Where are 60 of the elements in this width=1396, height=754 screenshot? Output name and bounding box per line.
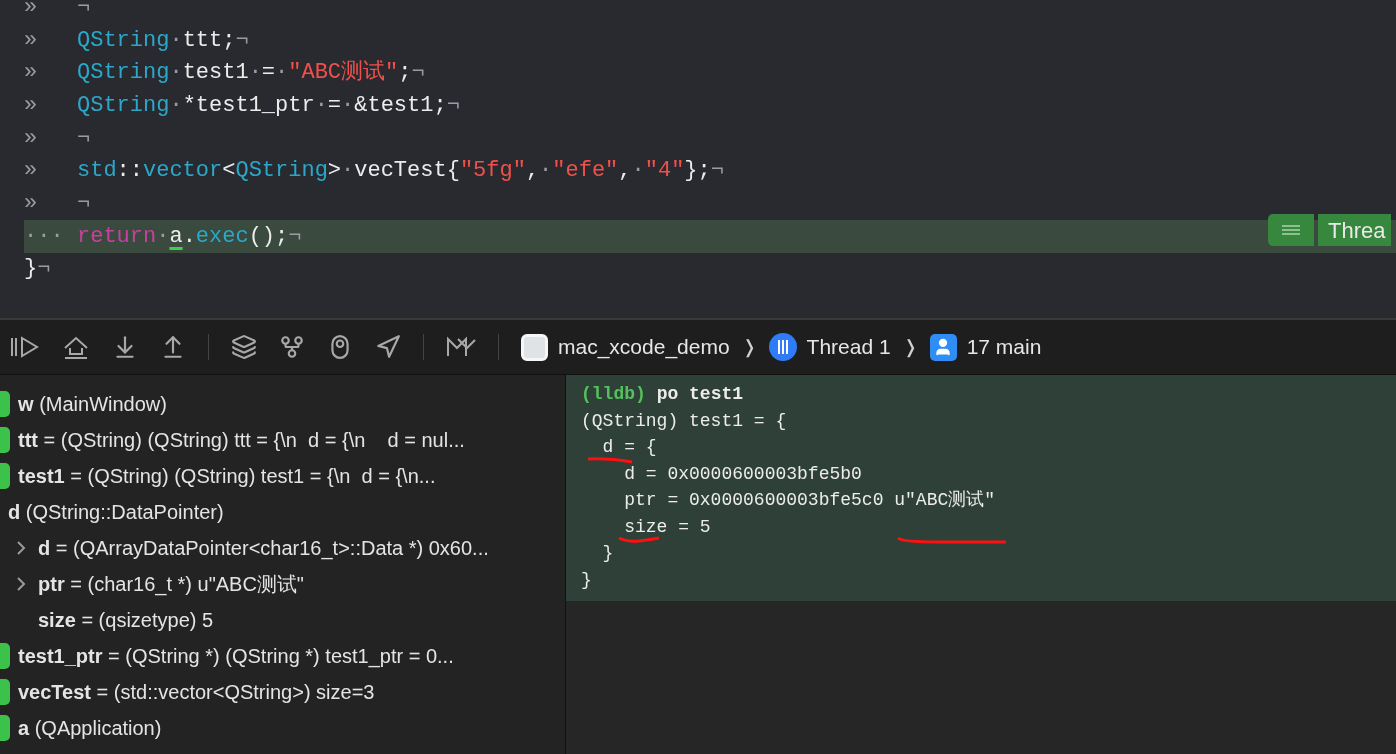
variable-badge-icon xyxy=(0,391,10,417)
invisible-marker: » xyxy=(24,26,39,55)
code-line: std::vector<QString>·vecTest{"5fg",·"efe",·"4"};¬ xyxy=(77,157,724,186)
invisible-marker: » xyxy=(24,91,39,120)
person-icon xyxy=(929,333,957,361)
invisible-marker: » xyxy=(24,59,39,88)
invisible-marker: » xyxy=(24,124,39,153)
console-line: d = { xyxy=(601,439,657,455)
console-prompt: (lldb) xyxy=(581,384,646,404)
variable-badge-icon xyxy=(0,463,10,489)
code-line: }¬ xyxy=(24,255,51,284)
variable-row[interactable]: test1 = (QString) (QString) test1 = {\n d = {\n... xyxy=(18,461,436,491)
variable-row[interactable]: d (QString::DataPointer) xyxy=(8,497,224,527)
variable-badge-icon xyxy=(0,427,10,453)
layers-icon[interactable] xyxy=(231,334,257,360)
menu-icon xyxy=(1282,225,1300,235)
variable-row[interactable]: test1_ptr = (QString *) (QString *) test1_ptr = 0... xyxy=(18,641,454,671)
code-line: ¬ xyxy=(77,0,91,22)
code-line: QString·ttt;¬ xyxy=(77,26,249,55)
variable-row[interactable]: d = (QArrayDataPointer<char16_t>::Data *) 0x60... xyxy=(38,533,489,563)
invisible-marker: » xyxy=(24,157,39,186)
console-line: } xyxy=(601,545,614,561)
console-line: size = 5 xyxy=(623,518,711,535)
code-line: QString·*test1_ptr·=·&test1;¬ xyxy=(77,91,460,120)
disclosure-chevron-icon[interactable] xyxy=(16,540,26,556)
invisible-marker: » xyxy=(24,189,39,218)
app-icon xyxy=(521,333,548,361)
location-arrow-icon[interactable] xyxy=(375,334,401,360)
breadcrumb-separator: ❭ xyxy=(741,335,757,360)
code-line: ¬ xyxy=(77,189,91,218)
thread-label: Threa xyxy=(1318,214,1392,246)
variable-badge-icon xyxy=(0,643,10,669)
breadcrumb-item[interactable]: 17 main xyxy=(966,331,1042,363)
breadcrumb-item[interactable]: mac_xcode_demo xyxy=(558,331,730,363)
annotation-underline xyxy=(616,536,662,544)
variable-badge-icon xyxy=(0,715,10,741)
breadcrumb-separator: ❭ xyxy=(902,335,918,360)
variable-row[interactable]: a (QApplication) xyxy=(18,713,162,743)
console-line: d = 0x0000600003bfe5b0 xyxy=(623,465,862,482)
continue-icon[interactable] xyxy=(10,335,40,359)
breadcrumb-item[interactable]: Thread 1 xyxy=(806,331,891,363)
console-line: ptr = 0x0000600003bfe5c0 u"ABC测试" xyxy=(623,492,996,508)
variable-row[interactable]: ttt = (QString) (QString) ttt = {\n d = {\n d = nul... xyxy=(18,425,465,455)
graph-icon[interactable] xyxy=(279,334,305,360)
code-line: return·a.exec();¬ xyxy=(77,222,302,251)
variable-row[interactable]: vecTest = (std::vector<QString>) size=3 xyxy=(18,677,375,707)
invisible-marker: ··· xyxy=(24,222,65,251)
disclosure-chevron-icon[interactable] xyxy=(16,576,26,592)
variable-row[interactable]: ptr = (char16_t *) u"ABC测试" xyxy=(38,569,304,599)
variable-row[interactable]: size = (qsizetype) 5 xyxy=(38,605,214,635)
console-command: po test1 xyxy=(656,384,744,404)
console-line: (QString) test1 = { xyxy=(581,412,787,429)
code-line: QString·test1·=·"ABC测试";¬ xyxy=(77,59,425,88)
console-line: } xyxy=(581,571,592,588)
variable-badge-icon xyxy=(0,679,10,705)
variable-row[interactable]: w (MainWindow) xyxy=(18,389,167,419)
thread-icon xyxy=(768,333,797,361)
code-line: ¬ xyxy=(77,124,91,153)
invisible-marker: » xyxy=(24,0,39,22)
m-logo-icon[interactable] xyxy=(446,336,476,358)
